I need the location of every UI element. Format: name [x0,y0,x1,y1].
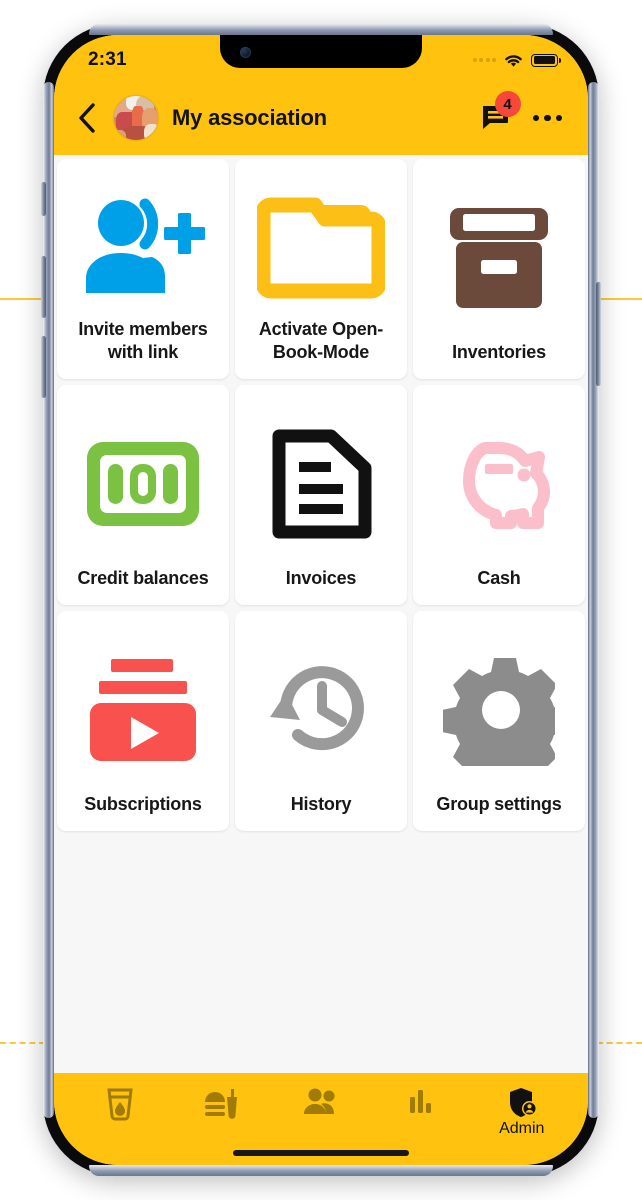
tile-activate-open-book-mode[interactable]: Activate Open-Book-Mode [235,159,407,379]
banknote-100-icon [65,401,221,567]
home-indicator[interactable] [233,1150,409,1156]
status-indicators [472,53,561,68]
tile-label: Subscriptions [84,793,202,814]
nav-item-drinks[interactable] [82,1087,158,1145]
clock-rewind-icon [243,627,399,793]
tile-invoices[interactable]: Invoices [235,385,407,605]
nav-item-food[interactable] [183,1087,259,1145]
tile-credit-balances[interactable]: Credit balances [57,385,229,605]
archive-box-icon [421,175,577,341]
piggy-bank-icon [421,401,577,567]
volume-up-button[interactable] [41,256,46,318]
nav-item-statistics[interactable] [383,1087,459,1145]
chat-bubble-icon[interactable]: 4 [481,91,521,133]
person-add-icon [65,175,221,318]
tile-label: Invoices [285,567,357,588]
nav-item-members[interactable] [283,1087,359,1145]
status-clock: 2:31 [88,49,127,70]
main-content: Invite members with link Activate Open-B… [54,155,588,1073]
tile-label: Activate Open-Book-Mode [258,319,384,362]
tile-label: History [290,793,352,814]
back-chevron-icon[interactable] [74,101,100,135]
tile-cash[interactable]: Cash [413,385,585,605]
battery-full-icon [531,53,561,67]
drink-glass-icon [107,1088,133,1121]
silent-switch-button[interactable] [41,182,46,216]
fast-food-icon [204,1089,237,1119]
tile-group-settings[interactable]: Group settings [413,611,585,831]
shield-person-icon [509,1088,537,1117]
open-folder-icon [243,175,399,318]
tile-label: Inventories [452,341,546,362]
volume-down-button[interactable] [41,336,46,398]
gear-icon [421,627,577,793]
video-play-stack-icon [65,627,221,793]
front-camera-icon [240,47,251,58]
tile-label: Cash [477,567,521,588]
tile-label: Group settings [436,793,562,814]
page-root: 2:31 My association 4 Invite members wit… [0,0,642,1200]
tile-subscriptions[interactable]: Subscriptions [57,611,229,831]
app-header: My association 4 [54,81,588,155]
tile-label: Credit balances [77,567,209,588]
page-title: My association [172,105,327,130]
kebab-menu-icon[interactable] [532,114,562,122]
nav-label: Admin [499,1120,545,1137]
nav-item-admin[interactable]: Admin [484,1087,560,1145]
phone-device-frame: 2:31 My association 4 Invite members wit… [41,24,601,1176]
phone-rail-bottom [89,1165,553,1176]
wifi-icon [505,54,522,67]
people-icon [303,1088,335,1114]
phone-rail-top [89,24,553,35]
power-button[interactable] [596,282,601,386]
bar-chart-icon [410,1090,432,1113]
group-avatar-image[interactable] [114,96,158,140]
signal-dots-icon [472,58,496,62]
tile-label: Invite members with link [78,319,208,362]
header-actions: 4 [481,91,562,133]
tile-inventories[interactable]: Inventories [413,159,585,379]
document-lines-icon [243,401,399,567]
display-notch [220,35,422,68]
feature-tile-grid: Invite members with link Activate Open-B… [54,155,588,831]
tile-history[interactable]: History [235,611,407,831]
phone-screen: 2:31 My association 4 Invite members wit… [54,35,588,1165]
tile-invite-members[interactable]: Invite members with link [57,159,229,379]
chat-unread-badge: 4 [494,91,521,117]
